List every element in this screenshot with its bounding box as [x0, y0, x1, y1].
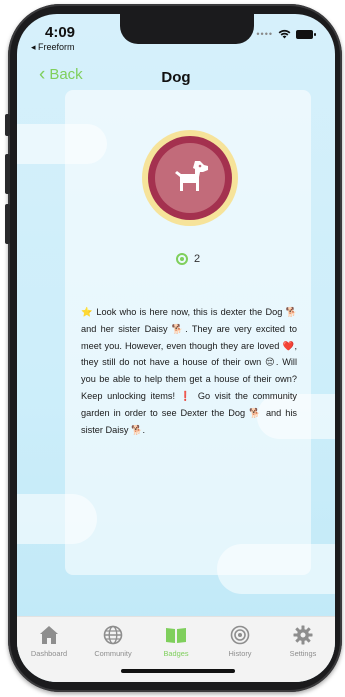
volume-up-button: [5, 154, 10, 194]
mute-switch: [5, 114, 10, 136]
dynamic-notch: [120, 14, 254, 44]
wifi-icon: [278, 29, 291, 39]
signal-dots-icon: ••••: [256, 29, 273, 39]
globe-icon: [103, 625, 123, 645]
target-icon: [230, 625, 250, 645]
tab-label: Badges: [163, 649, 189, 658]
dog-icon: [175, 161, 208, 191]
badge-points: 2: [65, 253, 311, 265]
book-icon: [166, 628, 186, 643]
status-time: 4:09: [45, 24, 76, 41]
back-to-app-link[interactable]: ◂ Freeform: [31, 42, 75, 53]
volume-down-button: [5, 204, 10, 244]
page-title: Dog: [161, 69, 191, 86]
home-indicator[interactable]: [121, 669, 235, 673]
tab-settings[interactable]: Settings: [271, 624, 335, 658]
battery-icon: [296, 29, 316, 39]
tab-label: History: [228, 649, 252, 658]
badge-medal-ring: [148, 136, 232, 220]
badge-medal-inner: [155, 143, 225, 213]
house-icon: [40, 626, 58, 644]
tab-label: Dashboard: [30, 649, 68, 658]
badge-medal: [142, 130, 238, 226]
badge-description: ⭐ Look who is here now, this is dexter t…: [81, 307, 297, 435]
tab-label: Settings: [289, 649, 317, 658]
target-icon: [175, 253, 188, 265]
tab-community[interactable]: Community: [81, 624, 145, 658]
points-value: 2: [193, 253, 201, 265]
tab-label: Community: [94, 649, 132, 658]
tab-history[interactable]: History: [208, 624, 272, 658]
app-screen: 4:09 ◂ Freeform •••• ‹ Back Dog 2 ⭐ Look…: [17, 14, 335, 682]
status-icons: ••••: [256, 29, 316, 39]
tab-dashboard[interactable]: Dashboard: [17, 624, 81, 658]
tab-badges[interactable]: Badges: [144, 624, 208, 658]
gear-icon: [293, 625, 313, 645]
badge-detail-card: 2 ⭐ Look who is here now, this is dexter…: [65, 90, 311, 575]
